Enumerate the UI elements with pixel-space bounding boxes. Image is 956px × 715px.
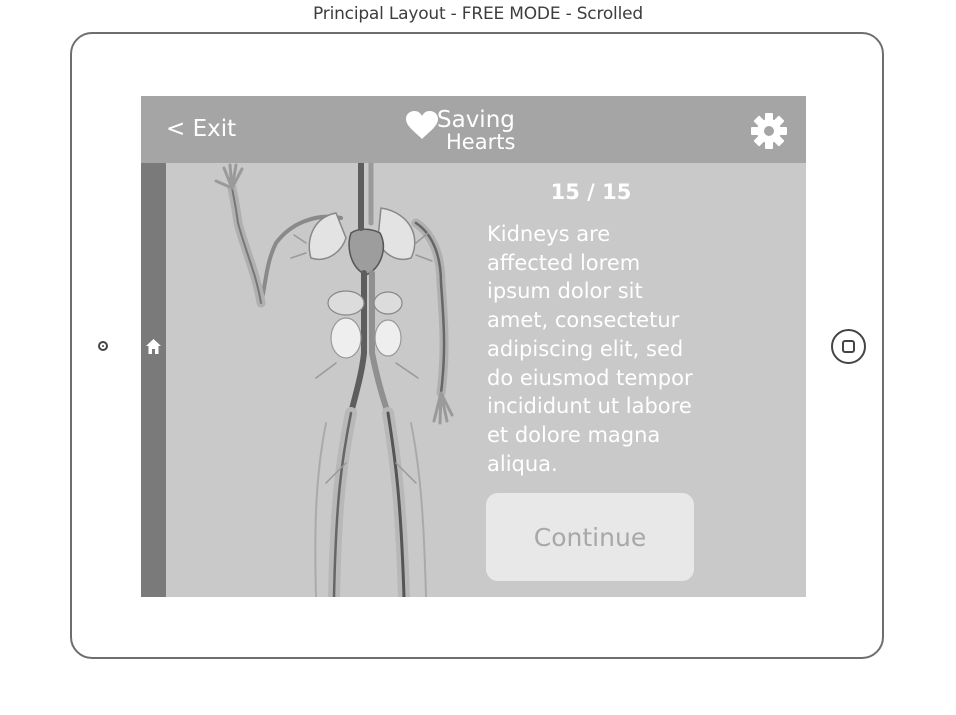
home-icon[interactable]	[145, 338, 162, 355]
layout-caption: Principal Layout - FREE MODE - Scrolled	[313, 4, 643, 24]
continue-button[interactable]: Continue	[486, 493, 694, 581]
top-bar: < Exit Saving Hearts	[141, 96, 806, 163]
step-description: Kidneys are affected lorem ipsum dolor s…	[487, 222, 693, 476]
device-home-button[interactable]	[831, 329, 866, 364]
logo-text-line2: Hearts	[446, 130, 516, 154]
heart-icon	[406, 111, 438, 139]
step-counter: 15 / 15	[550, 180, 632, 204]
sidebar	[141, 163, 166, 597]
exit-button[interactable]: < Exit	[166, 116, 236, 142]
circulatory-system-illustration	[214, 163, 454, 597]
app-logo: Saving Hearts	[405, 106, 525, 156]
app-screen: < Exit Saving Hearts 15 / 15 Kidneys are…	[141, 96, 806, 597]
gear-icon[interactable]	[750, 112, 788, 150]
camera-icon	[98, 341, 108, 351]
